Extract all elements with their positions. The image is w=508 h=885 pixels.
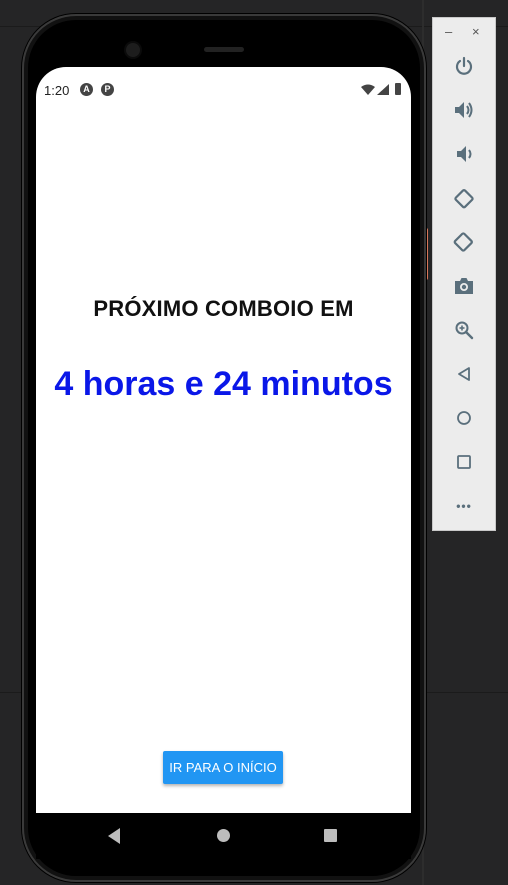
signal-icon: [377, 84, 389, 95]
rotate-right-button[interactable]: [450, 228, 478, 256]
front-camera: [126, 43, 140, 57]
back-button[interactable]: [450, 360, 478, 388]
android-nav-bar: [36, 813, 411, 859]
camera-icon: [455, 278, 473, 294]
volume-down-icon: [457, 146, 472, 162]
countdown-value: 4 horas e 24 minutos: [54, 365, 393, 403]
notification-a-icon: A: [80, 83, 93, 96]
home-button[interactable]: [450, 404, 478, 432]
rotate-left-button[interactable]: [450, 184, 478, 212]
zoom-icon: [455, 321, 474, 340]
nav-recents-icon[interactable]: [324, 829, 337, 842]
notification-p-icon: P: [101, 83, 114, 96]
back-icon: [458, 367, 470, 381]
rotate-left-icon: [454, 189, 474, 209]
battery-icon: [395, 83, 401, 95]
zoom-button[interactable]: [450, 316, 478, 344]
emulator-toolbar: – × •••: [432, 17, 496, 531]
status-time: 1:20: [44, 83, 70, 98]
device-screen: 1:20 A P PRÓXIMO COMBOIO EM 4 horas e 24…: [36, 67, 411, 813]
power-icon: [455, 56, 473, 75]
volume-up-icon: [455, 102, 473, 118]
close-button[interactable]: ×: [472, 24, 480, 39]
more-icon: •••: [456, 499, 472, 513]
toolbar-titlebar: – ×: [433, 18, 495, 46]
volume-down-button[interactable]: [450, 140, 478, 168]
more-options-button[interactable]: •••: [450, 492, 478, 520]
screenshot-button[interactable]: [450, 272, 478, 300]
power-button[interactable]: [450, 52, 478, 80]
next-train-heading: PRÓXIMO COMBOIO EM: [93, 296, 354, 321]
rotate-right-icon: [453, 232, 473, 252]
nav-home-icon[interactable]: [217, 829, 230, 842]
wifi-icon: [361, 84, 375, 95]
minimize-button[interactable]: –: [445, 24, 452, 39]
home-icon: [457, 411, 471, 425]
nav-back-icon[interactable]: [108, 828, 120, 844]
overview-button[interactable]: [450, 448, 478, 476]
overview-icon: [457, 455, 471, 469]
status-bar: 1:20 A P: [36, 67, 411, 113]
go-home-button[interactable]: IR PARA O INÍCIO: [163, 751, 283, 784]
earpiece-speaker: [204, 47, 244, 52]
volume-up-button[interactable]: [450, 96, 478, 124]
